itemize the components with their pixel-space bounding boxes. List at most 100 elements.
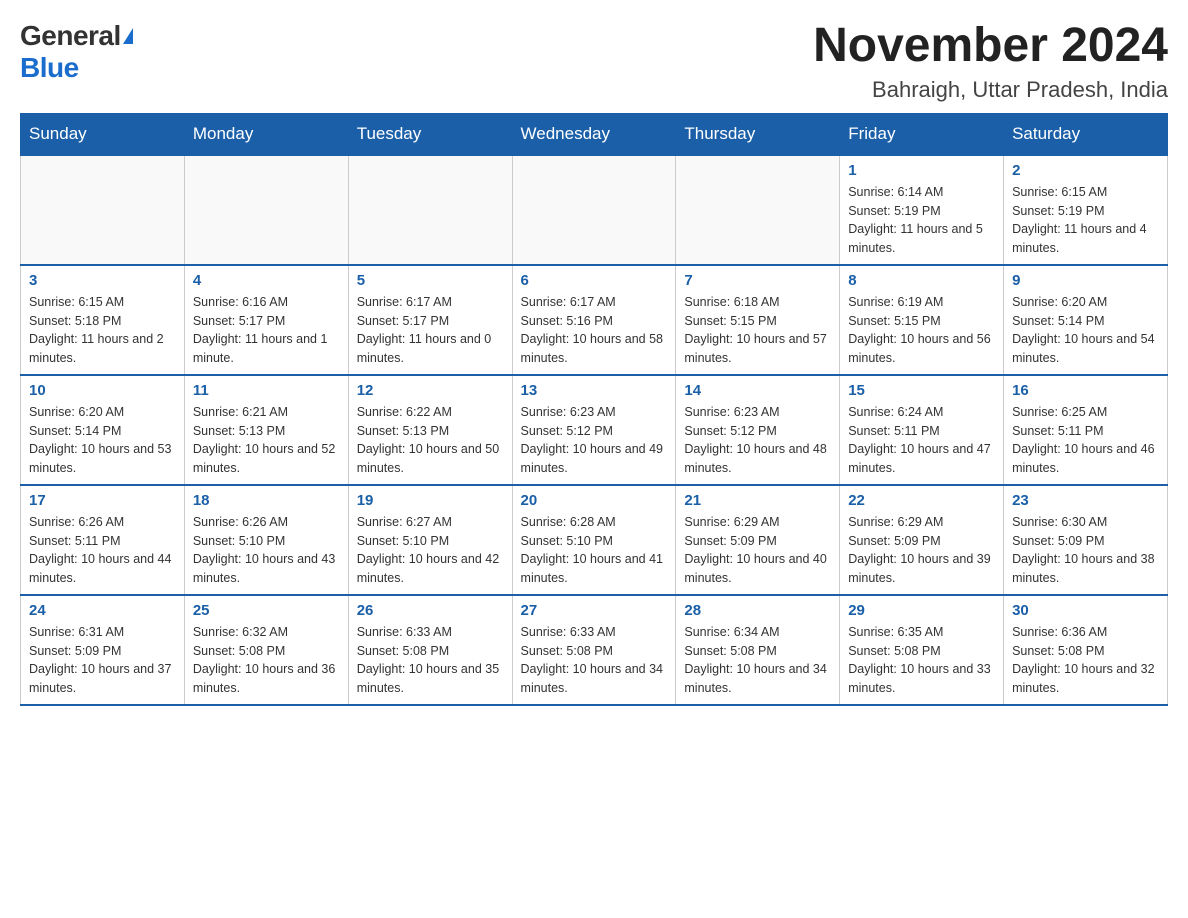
- day-number: 11: [193, 382, 340, 399]
- calendar-cell: [348, 155, 512, 265]
- calendar-cell: 11Sunrise: 6:21 AM Sunset: 5:13 PM Dayli…: [184, 375, 348, 485]
- calendar-week-3: 10 Sunrise: 6:20 AM Sunset: 5:14 PM Dayli…: [21, 375, 1168, 485]
- header-wednesday: Wednesday: [512, 113, 676, 155]
- day-number: 7: [684, 272, 831, 289]
- calendar-cell: 28 Sunrise: 6:34 AM Sunset: 5:08 PM Dayli…: [676, 595, 840, 705]
- day-number: 29: [848, 602, 995, 619]
- day-number: 6: [521, 272, 668, 289]
- day-number: 25: [193, 602, 340, 619]
- calendar-cell: 30Sunrise: 6:36 AM Sunset: 5:08 PM Dayli…: [1004, 595, 1168, 705]
- logo-general-text: General: [20, 20, 121, 52]
- day-number: 10: [29, 382, 176, 399]
- day-info: Sunrise: 6:33 AM Sunset: 5:08 PM Dayligh…: [521, 623, 668, 698]
- day-number: 15: [848, 382, 995, 399]
- day-info: Sunrise: 6:26 AM Sunset: 5:11 PM Dayligh…: [29, 513, 176, 588]
- header-saturday: Saturday: [1004, 113, 1168, 155]
- calendar-cell: [21, 155, 185, 265]
- calendar-cell: 20Sunrise: 6:28 AM Sunset: 5:10 PM Dayli…: [512, 485, 676, 595]
- calendar-cell: 13 Sunrise: 6:23 AM Sunset: 5:12 PM Dayli…: [512, 375, 676, 485]
- calendar-cell: 14Sunrise: 6:23 AM Sunset: 5:12 PM Dayli…: [676, 375, 840, 485]
- day-info: Sunrise: 6:35 AM Sunset: 5:08 PM Dayligh…: [848, 623, 995, 698]
- day-info: Sunrise: 6:27 AM Sunset: 5:10 PM Dayligh…: [357, 513, 504, 588]
- day-info: Sunrise: 6:29 AM Sunset: 5:09 PM Dayligh…: [684, 513, 831, 588]
- day-number: 28: [684, 602, 831, 619]
- calendar-week-2: 3 Sunrise: 6:15 AM Sunset: 5:18 PM Daylig…: [21, 265, 1168, 375]
- day-number: 1: [848, 162, 995, 179]
- calendar-body: 1 Sunrise: 6:14 AM Sunset: 5:19 PM Daylig…: [21, 155, 1168, 705]
- calendar-cell: 21 Sunrise: 6:29 AM Sunset: 5:09 PM Dayli…: [676, 485, 840, 595]
- calendar-cell: 10 Sunrise: 6:20 AM Sunset: 5:14 PM Dayli…: [21, 375, 185, 485]
- calendar-cell: 5Sunrise: 6:17 AM Sunset: 5:17 PM Daylig…: [348, 265, 512, 375]
- logo-triangle-icon: [123, 28, 133, 44]
- calendar-cell: [184, 155, 348, 265]
- calendar-cell: 9 Sunrise: 6:20 AM Sunset: 5:14 PM Daylig…: [1004, 265, 1168, 375]
- calendar-cell: 2Sunrise: 6:15 AM Sunset: 5:19 PM Daylig…: [1004, 155, 1168, 265]
- day-info: Sunrise: 6:19 AM Sunset: 5:15 PM Dayligh…: [848, 293, 995, 368]
- calendar-cell: 29 Sunrise: 6:35 AM Sunset: 5:08 PM Dayli…: [840, 595, 1004, 705]
- day-number: 17: [29, 492, 176, 509]
- calendar-cell: 17 Sunrise: 6:26 AM Sunset: 5:11 PM Dayli…: [21, 485, 185, 595]
- day-info: Sunrise: 6:18 AM Sunset: 5:15 PM Dayligh…: [684, 293, 831, 368]
- day-number: 3: [29, 272, 176, 289]
- day-info: Sunrise: 6:32 AM Sunset: 5:08 PM Dayligh…: [193, 623, 340, 698]
- day-info: Sunrise: 6:15 AM Sunset: 5:19 PM Dayligh…: [1012, 183, 1159, 258]
- calendar-week-5: 24 Sunrise: 6:31 AM Sunset: 5:09 PM Dayli…: [21, 595, 1168, 705]
- title-section: November 2024 Bahraigh, Uttar Pradesh, I…: [813, 20, 1168, 103]
- calendar-cell: [512, 155, 676, 265]
- day-number: 26: [357, 602, 504, 619]
- day-info: Sunrise: 6:33 AM Sunset: 5:08 PM Dayligh…: [357, 623, 504, 698]
- day-info: Sunrise: 6:15 AM Sunset: 5:18 PM Dayligh…: [29, 293, 176, 368]
- calendar-cell: 18Sunrise: 6:26 AM Sunset: 5:10 PM Dayli…: [184, 485, 348, 595]
- day-info: Sunrise: 6:34 AM Sunset: 5:08 PM Dayligh…: [684, 623, 831, 698]
- logo: General Blue: [20, 20, 133, 84]
- day-info: Sunrise: 6:23 AM Sunset: 5:12 PM Dayligh…: [521, 403, 668, 478]
- day-number: 14: [684, 382, 831, 399]
- calendar-cell: 25 Sunrise: 6:32 AM Sunset: 5:08 PM Dayli…: [184, 595, 348, 705]
- calendar-cell: 23 Sunrise: 6:30 AM Sunset: 5:09 PM Dayli…: [1004, 485, 1168, 595]
- calendar-cell: 16Sunrise: 6:25 AM Sunset: 5:11 PM Dayli…: [1004, 375, 1168, 485]
- day-info: Sunrise: 6:22 AM Sunset: 5:13 PM Dayligh…: [357, 403, 504, 478]
- day-number: 22: [848, 492, 995, 509]
- page-header: General Blue November 2024 Bahraigh, Utt…: [20, 20, 1168, 103]
- calendar-cell: 26 Sunrise: 6:33 AM Sunset: 5:08 PM Dayli…: [348, 595, 512, 705]
- calendar-header: SundayMondayTuesdayWednesdayThursdayFrid…: [21, 113, 1168, 155]
- day-number: 23: [1012, 492, 1159, 509]
- month-year-title: November 2024: [813, 20, 1168, 73]
- day-info: Sunrise: 6:17 AM Sunset: 5:16 PM Dayligh…: [521, 293, 668, 368]
- calendar-cell: 12Sunrise: 6:22 AM Sunset: 5:13 PM Dayli…: [348, 375, 512, 485]
- day-number: 8: [848, 272, 995, 289]
- calendar-cell: 7 Sunrise: 6:18 AM Sunset: 5:15 PM Daylig…: [676, 265, 840, 375]
- calendar-cell: 1 Sunrise: 6:14 AM Sunset: 5:19 PM Daylig…: [840, 155, 1004, 265]
- day-info: Sunrise: 6:29 AM Sunset: 5:09 PM Dayligh…: [848, 513, 995, 588]
- day-number: 20: [521, 492, 668, 509]
- day-info: Sunrise: 6:14 AM Sunset: 5:19 PM Dayligh…: [848, 183, 995, 258]
- calendar-cell: 3 Sunrise: 6:15 AM Sunset: 5:18 PM Daylig…: [21, 265, 185, 375]
- day-info: Sunrise: 6:30 AM Sunset: 5:09 PM Dayligh…: [1012, 513, 1159, 588]
- day-number: 5: [357, 272, 504, 289]
- calendar-cell: 6 Sunrise: 6:17 AM Sunset: 5:16 PM Daylig…: [512, 265, 676, 375]
- calendar-cell: 19Sunrise: 6:27 AM Sunset: 5:10 PM Dayli…: [348, 485, 512, 595]
- day-number: 21: [684, 492, 831, 509]
- header-friday: Friday: [840, 113, 1004, 155]
- calendar-week-1: 1 Sunrise: 6:14 AM Sunset: 5:19 PM Daylig…: [21, 155, 1168, 265]
- day-info: Sunrise: 6:20 AM Sunset: 5:14 PM Dayligh…: [1012, 293, 1159, 368]
- calendar-cell: 22 Sunrise: 6:29 AM Sunset: 5:09 PM Dayli…: [840, 485, 1004, 595]
- day-info: Sunrise: 6:26 AM Sunset: 5:10 PM Dayligh…: [193, 513, 340, 588]
- calendar-cell: [676, 155, 840, 265]
- day-number: 13: [521, 382, 668, 399]
- day-number: 24: [29, 602, 176, 619]
- day-number: 9: [1012, 272, 1159, 289]
- day-info: Sunrise: 6:31 AM Sunset: 5:09 PM Dayligh…: [29, 623, 176, 698]
- day-info: Sunrise: 6:20 AM Sunset: 5:14 PM Dayligh…: [29, 403, 176, 478]
- day-info: Sunrise: 6:25 AM Sunset: 5:11 PM Dayligh…: [1012, 403, 1159, 478]
- calendar-table: SundayMondayTuesdayWednesdayThursdayFrid…: [20, 113, 1168, 706]
- location-subtitle: Bahraigh, Uttar Pradesh, India: [813, 77, 1168, 103]
- calendar-week-4: 17 Sunrise: 6:26 AM Sunset: 5:11 PM Dayli…: [21, 485, 1168, 595]
- header-monday: Monday: [184, 113, 348, 155]
- day-number: 30: [1012, 602, 1159, 619]
- calendar-cell: 27 Sunrise: 6:33 AM Sunset: 5:08 PM Dayli…: [512, 595, 676, 705]
- header-row: SundayMondayTuesdayWednesdayThursdayFrid…: [21, 113, 1168, 155]
- calendar-cell: 15Sunrise: 6:24 AM Sunset: 5:11 PM Dayli…: [840, 375, 1004, 485]
- header-thursday: Thursday: [676, 113, 840, 155]
- day-number: 27: [521, 602, 668, 619]
